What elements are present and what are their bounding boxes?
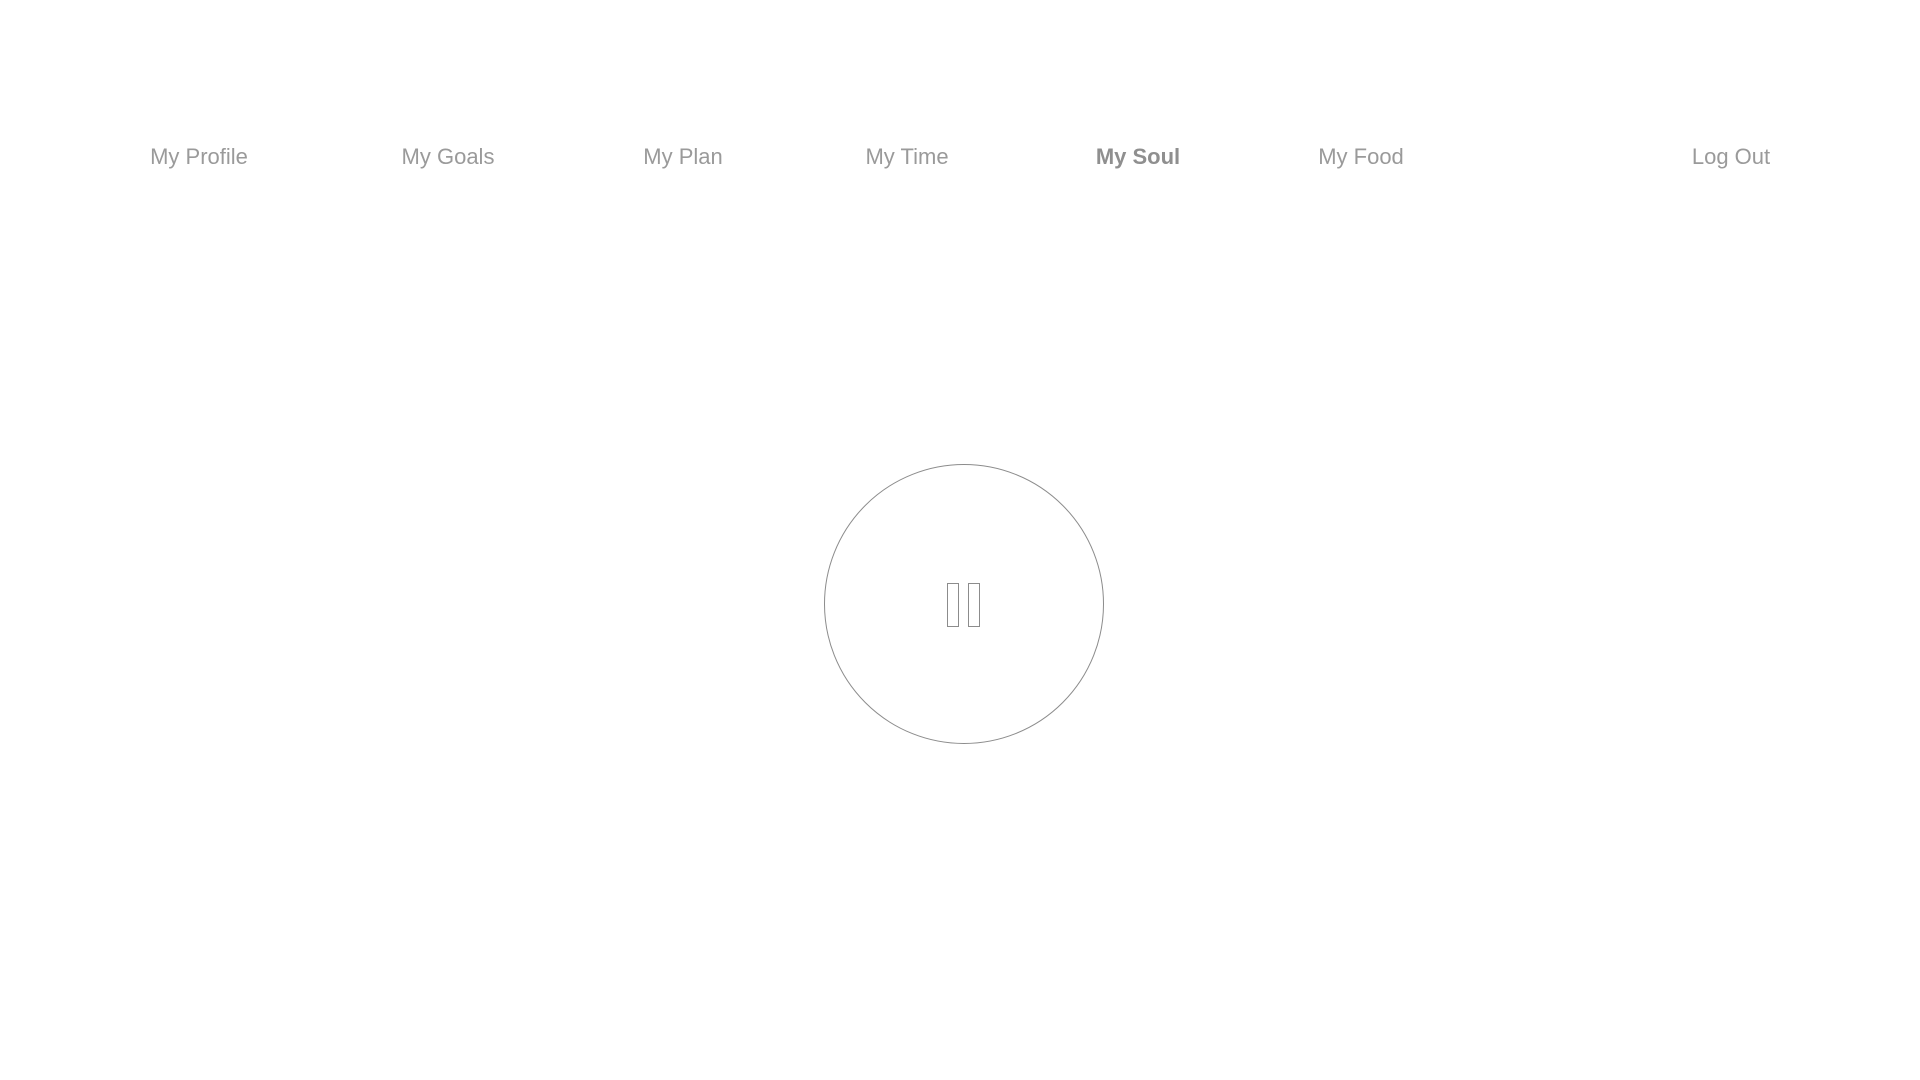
nav-item-my-profile[interactable]: My Profile — [150, 142, 248, 172]
nav-item-my-food[interactable]: My Food — [1318, 142, 1404, 172]
pause-bar-right — [968, 583, 980, 627]
logout-link[interactable]: Log Out — [1692, 142, 1770, 172]
nav-item-my-soul[interactable]: My Soul — [1096, 142, 1180, 172]
pause-button[interactable] — [824, 464, 1104, 744]
nav-item-my-plan[interactable]: My Plan — [643, 142, 722, 172]
nav-item-my-time[interactable]: My Time — [865, 142, 948, 172]
pause-bar-left — [947, 583, 959, 627]
nav-item-my-goals[interactable]: My Goals — [402, 142, 495, 172]
top-navigation: My Profile My Goals My Plan My Time My S… — [0, 0, 1920, 200]
pause-icon — [947, 583, 983, 627]
